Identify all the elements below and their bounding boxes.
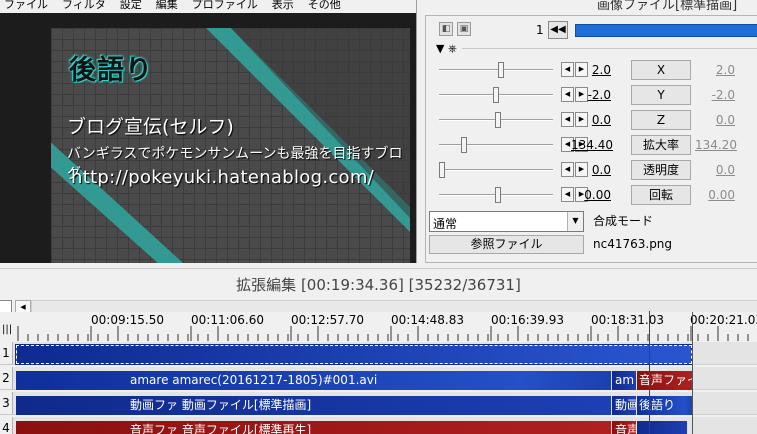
param-end-value[interactable]: 2.0 <box>695 63 735 77</box>
tick-label: 00:20:21.03 <box>690 313 757 327</box>
frame-number: 1 <box>536 23 544 37</box>
pin-icon[interactable]: ◧ <box>439 22 453 36</box>
slider-knob[interactable] <box>461 137 467 153</box>
menu-profile[interactable]: プロファイル <box>192 0 258 10</box>
audio-file-object[interactable]: 音声ファ 音声ファイル[標準再生] <box>16 421 611 434</box>
video-file-object[interactable]: 動画ファ 動画ファイル[標準描画] <box>16 396 611 415</box>
param-start-value[interactable]: 134.40 <box>571 138 613 152</box>
param-row: ◀ ▶ 0.0 透明度 0.0 <box>429 160 757 180</box>
param-start-value[interactable]: 0.00 <box>571 188 611 202</box>
audio-file-object-short[interactable]: 音声 <box>612 421 636 434</box>
menu-filter[interactable]: フィルタ <box>62 0 106 10</box>
layer-grip-icon: ||| <box>2 324 13 335</box>
menu-settings[interactable]: 設定 <box>120 0 142 10</box>
slider-track[interactable] <box>439 144 553 146</box>
slider-track[interactable] <box>439 69 553 71</box>
tick-label: 00:09:15.50 <box>91 313 164 327</box>
param-row: ◀ ▶ 0.0 Z 0.0 <box>429 110 757 130</box>
window-icon[interactable]: ▣ <box>457 22 471 36</box>
menu-file[interactable]: ファイル <box>4 0 48 10</box>
param-end-value[interactable]: -2.0 <box>695 88 735 102</box>
slider-knob[interactable] <box>439 162 445 178</box>
frame-start-button[interactable]: ◀◀ <box>548 21 568 39</box>
param-button[interactable]: 回転 <box>631 185 691 205</box>
param-row: ◀ ▶ 0.00 回転 0.00 <box>429 185 757 205</box>
blend-mode-select[interactable]: 通常 ▼ <box>429 211 584 232</box>
playhead-cursor[interactable] <box>649 311 650 434</box>
param-end-value[interactable]: 0.00 <box>695 188 735 202</box>
layer-header-2[interactable]: 2 <box>0 367 13 390</box>
timeline-title: 拡張編集 [00:19:34.36] [35232/36731] <box>236 276 521 294</box>
tick-label: 00:12:57.70 <box>291 313 364 327</box>
blend-mode-value: 通常 <box>433 217 458 231</box>
preview-title: 後語り <box>69 55 153 86</box>
slider-knob[interactable] <box>495 187 501 203</box>
tick-label: 00:18:31.03 <box>591 313 664 327</box>
slider-knob[interactable] <box>493 87 499 103</box>
param-start-value[interactable]: 0.0 <box>571 113 611 127</box>
reference-file-button[interactable]: 参照ファイル <box>429 235 584 254</box>
reference-filename: nc41763.png <box>593 237 673 251</box>
param-start-value[interactable]: -2.0 <box>571 88 611 102</box>
param-button[interactable]: 透明度 <box>631 160 691 180</box>
param-start-value[interactable]: 0.0 <box>571 163 611 177</box>
tick-label: 00:16:39.93 <box>491 313 564 327</box>
timeline-divider <box>0 268 757 269</box>
dialog-title: 画像ファイル[標準描画] <box>597 0 738 13</box>
video-object-short[interactable]: am <box>612 371 636 390</box>
param-row: ◀ ▶ 134.40 拡大率 134.20 <box>429 135 757 155</box>
chevron-down-icon[interactable]: ▼ <box>567 212 583 231</box>
param-button[interactable]: Y <box>631 85 691 105</box>
separator <box>462 48 757 49</box>
slider-knob[interactable] <box>495 112 501 128</box>
object-settings-dialog: 画像ファイル[標準描画] ◧ ▣ 1 ◀◀ ▼ ⎈ ◀ ▶ 2.0 X 2.0 ◀ ▶ -2.… <box>416 0 757 263</box>
menu-other[interactable]: その他 <box>308 0 341 10</box>
preview-line1: ブログ宣伝(セルフ) <box>67 116 234 138</box>
menu-bar: ファイル フィルタ 設定 編集 プロファイル 表示 その他 <box>0 0 416 13</box>
preview-url: http://pokeyuki.hatenablog.com/ <box>71 167 375 188</box>
layer-header-1[interactable]: 1 <box>0 342 13 365</box>
end-marker <box>692 312 693 434</box>
small-object[interactable] <box>637 421 687 434</box>
param-start-value[interactable]: 2.0 <box>571 63 611 77</box>
expand-toggle-icon[interactable]: ▼ ⎈ <box>436 42 457 56</box>
preview-background: 後語り ブログ宣伝(セルフ) バンギラスでポケモンサンムーンも最強を目指すブログ… <box>0 13 416 266</box>
video-object[interactable]: amare amarec(20161217-1805)#001.avi <box>16 371 611 390</box>
param-row: ◀ ▶ 2.0 X 2.0 <box>429 60 757 80</box>
param-end-value[interactable]: 0.0 <box>695 113 735 127</box>
video-preview[interactable]: 後語り ブログ宣伝(セルフ) バンギラスでポケモンサンムーンも最強を目指すブログ… <box>51 28 410 266</box>
layer-header-3[interactable]: 3 <box>0 392 13 415</box>
param-button[interactable]: 拡大率 <box>631 135 691 155</box>
slider-track[interactable] <box>439 169 553 171</box>
param-button[interactable]: Z <box>631 110 691 130</box>
menu-view[interactable]: 表示 <box>272 0 294 10</box>
menu-edit[interactable]: 編集 <box>156 0 178 10</box>
frame-slider[interactable] <box>575 24 757 37</box>
image-object-selected[interactable] <box>15 344 693 365</box>
param-row: ◀ ▶ -2.0 Y -2.0 <box>429 85 757 105</box>
audio-object[interactable]: 音声ファイル <box>637 371 693 390</box>
param-button[interactable]: X <box>631 60 691 80</box>
tick-label: 00:14:48.83 <box>391 313 464 327</box>
text-object[interactable]: 後語り <box>637 396 693 415</box>
slider-knob[interactable] <box>498 62 504 78</box>
time-ruler[interactable]: 00:09:15.50 00:11:06.60 00:12:57.70 00:1… <box>0 312 757 342</box>
tick-label: 00:11:06.60 <box>191 313 264 327</box>
blend-mode-label: 合成モード <box>593 214 654 228</box>
layer-header-4[interactable]: 4 <box>0 417 13 434</box>
app-root: { "menu": ["ファイル", "フィルタ", "設定", "編集", "… <box>0 0 757 434</box>
param-end-value[interactable]: 0.0 <box>695 163 735 177</box>
param-end-value[interactable]: 134.20 <box>695 138 737 152</box>
video-file-object-short[interactable]: 動画 <box>612 396 636 415</box>
timeline-window: 拡張編集 [00:19:34.36] [35232/36731] ◀ 00:09… <box>0 263 757 434</box>
